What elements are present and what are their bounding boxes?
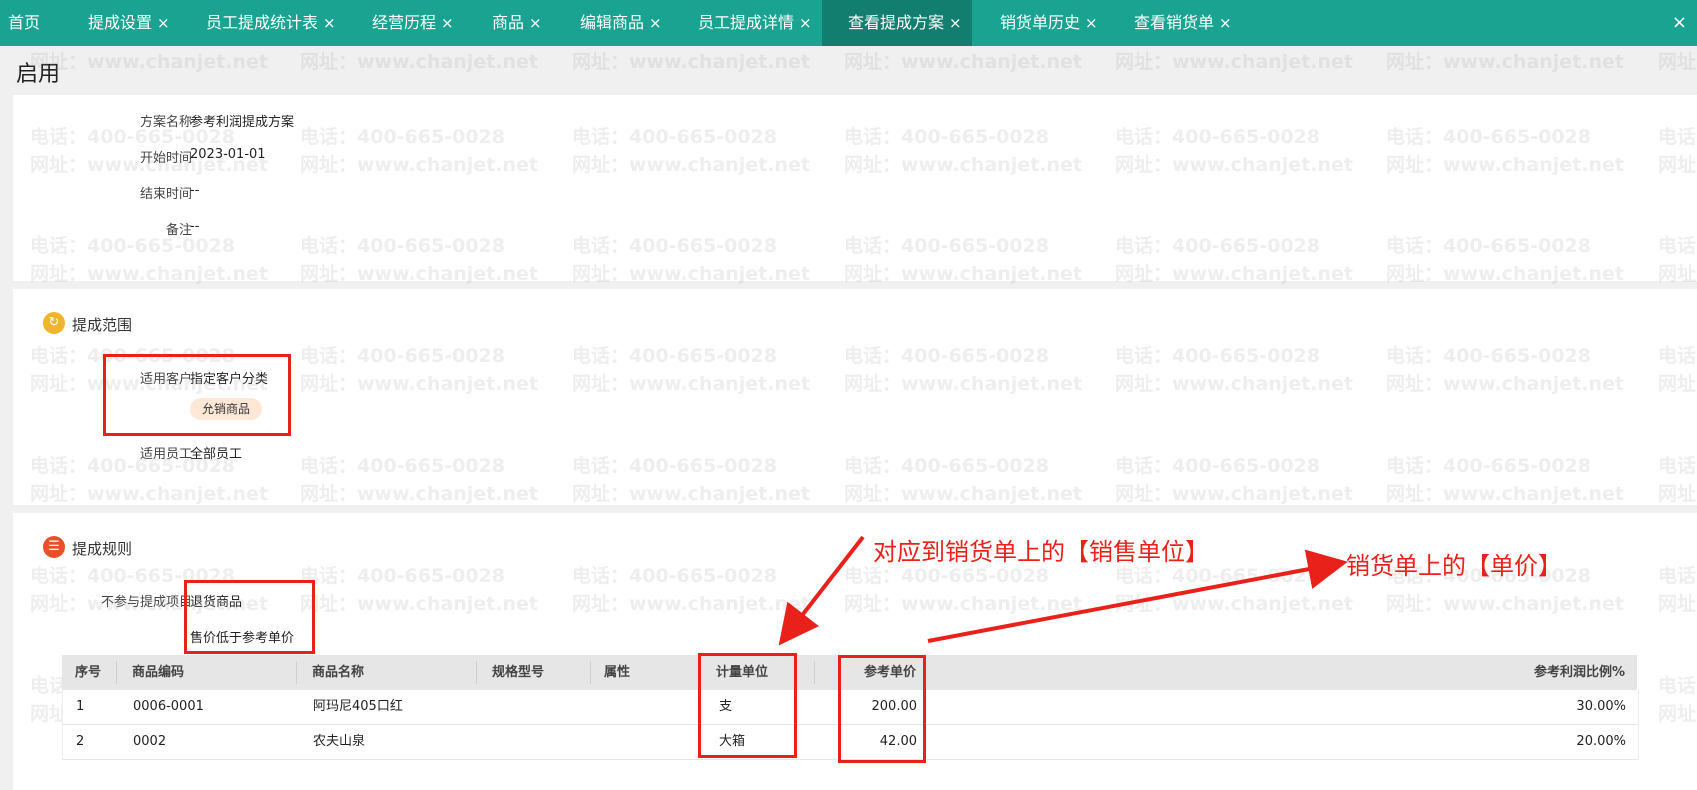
- plan-name-value: 参考利润提成方案: [190, 115, 295, 130]
- cell-name: 阿玛尼405口红: [313, 699, 403, 714]
- watermark-site: 网址：www.chanjet.net: [572, 51, 810, 73]
- tab-view-commission-plan[interactable]: 查看提成方案 ×: [822, 0, 972, 46]
- tab-label: 经营历程: [372, 13, 437, 32]
- column-divider[interactable]: [296, 661, 297, 684]
- tab-sales-order-history[interactable]: 销货单历史 ×: [1000, 0, 1098, 46]
- column-divider[interactable]: [116, 661, 117, 684]
- close-icon[interactable]: ×: [529, 14, 542, 32]
- rules-title: 提成规则: [72, 540, 133, 558]
- col-header-name: 商品名称: [312, 665, 365, 680]
- col-header-index: 序号: [75, 665, 102, 680]
- employee-label: 适用员工: [139, 447, 192, 462]
- close-icon[interactable]: ×: [441, 14, 454, 32]
- plan-status-title: 启用: [16, 62, 61, 87]
- tab-label: 查看销货单: [1134, 13, 1215, 32]
- tab-business-history[interactable]: 经营历程 ×: [372, 0, 454, 46]
- column-divider[interactable]: [476, 661, 477, 684]
- highlight-box-customer-scope: [103, 354, 291, 436]
- close-icon[interactable]: ×: [799, 14, 812, 32]
- employee-value: 全部员工: [190, 447, 243, 462]
- column-divider[interactable]: [590, 661, 591, 684]
- exclude-items-label: 不参与提成项目: [100, 595, 192, 610]
- cell-code: 0002: [133, 734, 167, 749]
- cell-ref-profit-ratio: 20.00%: [1576, 734, 1626, 749]
- end-time-value: --: [190, 183, 200, 198]
- tab-label: 员工提成详情: [698, 13, 795, 32]
- col-header-attribute: 属性: [604, 665, 631, 680]
- highlight-box-exclude-items: [184, 580, 315, 654]
- col-header-ref-profit-ratio: 参考利润比例%: [1533, 665, 1625, 680]
- plan-name-label: 方案名称: [139, 115, 192, 130]
- tab-label: 查看提成方案: [848, 13, 945, 32]
- tab-label: 编辑商品: [580, 13, 645, 32]
- watermark-site: 网址：www.chanjet.net: [1115, 51, 1353, 73]
- close-icon[interactable]: ×: [1219, 14, 1232, 32]
- cell-code: 0006-0001: [133, 699, 204, 714]
- note-value: --: [190, 219, 200, 234]
- start-time-label: 开始时间: [139, 151, 192, 166]
- watermark-site: 网址：www.chanjet.net: [1658, 51, 1697, 73]
- tab-label: 首页: [8, 13, 41, 32]
- close-icon[interactable]: ×: [949, 14, 962, 32]
- cell-index: 1: [76, 699, 85, 714]
- tab-commission-settings[interactable]: 提成设置 ×: [88, 0, 170, 46]
- cell-name: 农夫山泉: [313, 734, 366, 749]
- tab-label: 销货单历史: [1000, 13, 1081, 32]
- close-icon[interactable]: ×: [157, 14, 170, 32]
- watermark-site: 网址：www.chanjet.net: [300, 51, 538, 73]
- close-all-tabs-icon[interactable]: ×: [1672, 0, 1687, 46]
- tab-home[interactable]: 首页: [8, 0, 40, 46]
- tab-products[interactable]: 商品 ×: [492, 0, 542, 46]
- scope-icon: ↻: [43, 312, 65, 334]
- scope-title: 提成范围: [72, 316, 133, 334]
- cell-index: 2: [76, 734, 85, 749]
- start-time-value: 2023-01-01: [190, 147, 266, 162]
- highlight-box-unit-column: [698, 653, 797, 758]
- note-label: 备注: [165, 223, 192, 238]
- tab-employee-commission-stats[interactable]: 员工提成统计表 ×: [206, 0, 336, 46]
- annotation-price-note: 销货单上的【单价】: [1346, 552, 1562, 580]
- tab-view-sales-order[interactable]: 查看销货单 ×: [1134, 0, 1232, 46]
- watermark-site: 网址：www.chanjet.net: [30, 51, 268, 73]
- tab-employee-commission-detail[interactable]: 员工提成详情 ×: [698, 0, 812, 46]
- col-header-code: 商品编码: [132, 665, 185, 680]
- highlight-box-price-column: [838, 655, 926, 763]
- plan-info-panel: 方案名称 参考利润提成方案 开始时间 2023-01-01 结束时间 -- 备注…: [13, 95, 1697, 281]
- annotation-unit-note: 对应到销货单上的【销售单位】: [873, 538, 1209, 566]
- col-header-spec: 规格型号: [492, 665, 545, 680]
- close-icon[interactable]: ×: [1085, 14, 1098, 32]
- tab-label: 提成设置: [88, 13, 153, 32]
- close-icon[interactable]: ×: [649, 14, 662, 32]
- cell-ref-profit-ratio: 30.00%: [1576, 699, 1626, 714]
- tab-label: 员工提成统计表: [206, 13, 319, 32]
- tab-edit-product[interactable]: 编辑商品 ×: [580, 0, 662, 46]
- watermark-site: 网址：www.chanjet.net: [1386, 51, 1624, 73]
- tab-bar: 首页 提成设置 × 员工提成统计表 × 经营历程 × 商品 × 编辑商品 × 员工提成详情…: [0, 0, 1697, 46]
- watermark-site: 网址：www.chanjet.net: [844, 51, 1082, 73]
- rules-icon: ☰: [43, 536, 65, 558]
- column-divider[interactable]: [814, 661, 815, 684]
- close-icon[interactable]: ×: [323, 14, 336, 32]
- tab-label: 商品: [492, 13, 525, 32]
- end-time-label: 结束时间: [139, 187, 192, 202]
